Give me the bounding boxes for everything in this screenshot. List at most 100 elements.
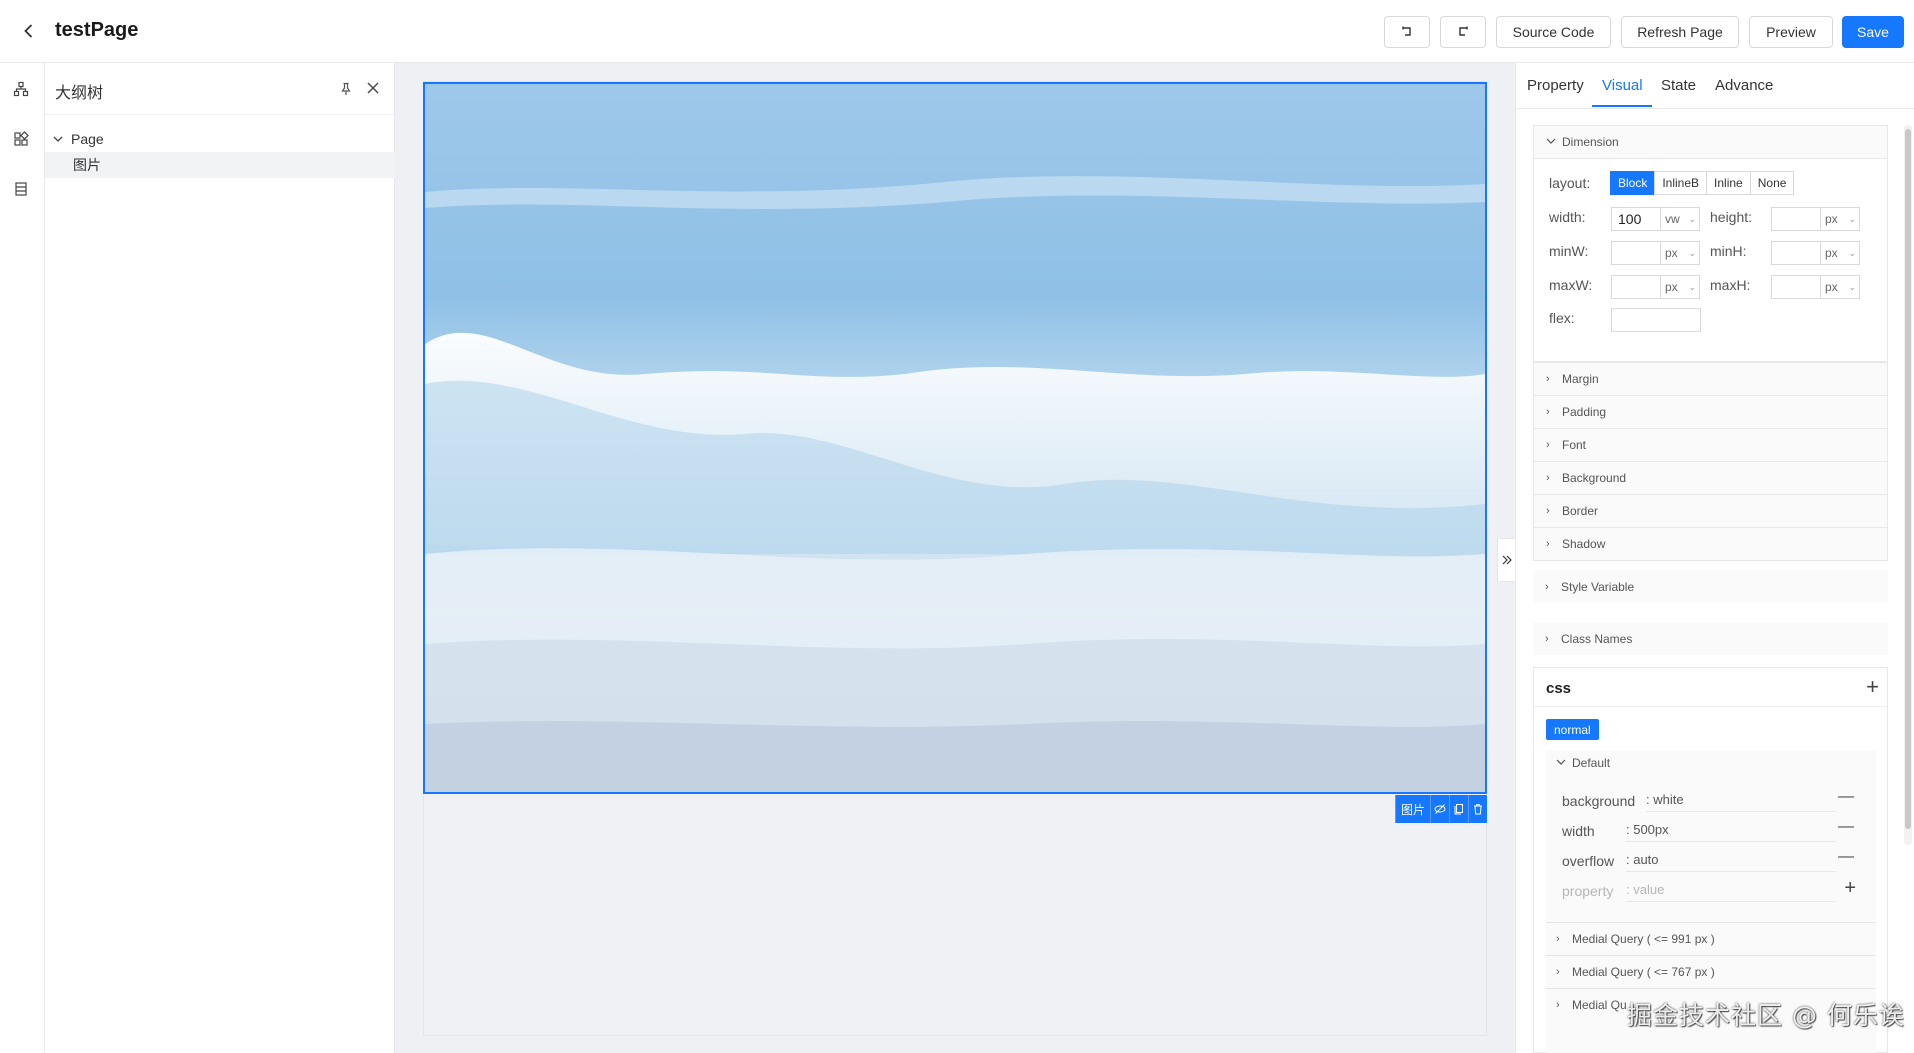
css-key: width — [1562, 823, 1595, 839]
chevron-right-icon: › — [1546, 439, 1550, 451]
add-icon[interactable]: + — [1844, 877, 1856, 900]
delete-icon[interactable] — [1468, 795, 1487, 823]
back-button[interactable] — [14, 16, 44, 46]
tree-node-label: Page — [71, 131, 104, 147]
width-input[interactable]: 100 — [1611, 207, 1661, 231]
dimension-header[interactable]: Dimension — [1534, 126, 1887, 158]
watermark: 掘金技术社区 @ 何乐诶 — [1627, 1001, 1905, 1030]
double-chevron-right-icon — [1502, 555, 1512, 565]
close-icon[interactable] — [364, 79, 382, 97]
new-value-input[interactable]: : value — [1626, 878, 1836, 902]
border-section[interactable]: › Border — [1533, 494, 1888, 528]
minh-unit-select[interactable]: px ⌄ — [1820, 241, 1860, 265]
add-icon[interactable]: + — [1866, 674, 1879, 700]
state-tag-normal[interactable]: normal — [1546, 719, 1599, 740]
font-section[interactable]: › Font — [1533, 428, 1888, 462]
padding-header[interactable]: › Padding — [1534, 396, 1887, 428]
copy-icon[interactable] — [1449, 795, 1468, 823]
chevron-down-icon — [1556, 757, 1568, 770]
chevron-right-icon: › — [1546, 538, 1550, 550]
chevron-right-icon: › — [1556, 965, 1560, 978]
margin-section[interactable]: › Margin — [1533, 362, 1888, 396]
component-tree-icon[interactable] — [10, 78, 32, 100]
tree-node-page[interactable]: Page — [45, 126, 395, 152]
preview-button[interactable]: Preview — [1749, 16, 1833, 48]
selected-image[interactable] — [423, 82, 1487, 794]
chevron-down-icon: ⌄ — [1848, 213, 1856, 224]
layout-option-none[interactable]: None — [1749, 171, 1795, 195]
chevron-right-icon: › — [1545, 580, 1549, 593]
layout-option-inline[interactable]: Inline — [1706, 171, 1751, 195]
outline-panel: 大纲树 Page 图片 — [45, 63, 395, 1053]
css-value-input[interactable]: : 500px — [1626, 818, 1836, 842]
tab-property[interactable]: Property — [1527, 77, 1584, 94]
media-query-row[interactable]: › Medial Query ( <= 767 px ) — [1546, 955, 1876, 987]
component-name-tag[interactable]: 图片 — [1395, 795, 1430, 823]
redo-button[interactable] — [1440, 16, 1486, 48]
layout-option-block[interactable]: Block — [1610, 171, 1656, 195]
pin-icon[interactable] — [338, 81, 354, 97]
minh-input[interactable] — [1771, 241, 1821, 265]
remove-icon[interactable]: — — [1838, 788, 1854, 806]
chevron-right-icon: › — [1545, 632, 1549, 645]
tab-visual[interactable]: Visual — [1602, 77, 1643, 94]
maxw-unit-select[interactable]: px ⌄ — [1660, 275, 1700, 299]
width-unit-select[interactable]: vw ⌄ — [1660, 207, 1700, 231]
hide-icon[interactable] — [1430, 795, 1449, 823]
redo-icon — [1459, 26, 1468, 36]
section-title: Font — [1562, 438, 1587, 452]
remove-icon[interactable]: — — [1838, 848, 1854, 866]
chevron-down-icon: ⌄ — [1688, 213, 1696, 224]
css-value-input[interactable]: : auto — [1626, 848, 1836, 872]
unit-value: px — [1665, 280, 1678, 294]
flex-input[interactable] — [1611, 308, 1701, 332]
unit-value: px — [1825, 280, 1838, 294]
chevron-right-icon: › — [1546, 373, 1550, 385]
shadow-section[interactable]: › Shadow — [1533, 527, 1888, 561]
section-title: Style Variable — [1561, 579, 1635, 594]
margin-header[interactable]: › Margin — [1534, 363, 1887, 395]
shadow-header[interactable]: › Shadow — [1534, 528, 1887, 560]
chevron-right-icon: › — [1546, 406, 1550, 418]
remove-icon[interactable]: — — [1838, 818, 1854, 836]
maxh-input[interactable] — [1771, 275, 1821, 299]
minw-unit-select[interactable]: px ⌄ — [1660, 241, 1700, 265]
maxh-unit-select[interactable]: px ⌄ — [1820, 275, 1860, 299]
height-unit-select[interactable]: px ⌄ — [1820, 207, 1860, 231]
css-value-input[interactable]: : white — [1646, 788, 1836, 812]
padding-section[interactable]: › Padding — [1533, 395, 1888, 429]
media-query-label: Medial Query ( <= 991 px ) — [1572, 931, 1715, 946]
undo-button[interactable] — [1384, 16, 1430, 48]
tab-advance[interactable]: Advance — [1715, 77, 1773, 94]
section-title: Background — [1562, 471, 1627, 485]
media-query-row[interactable]: › Medial Query ( <= 991 px ) — [1546, 922, 1876, 954]
maxw-input[interactable] — [1611, 275, 1661, 299]
save-button[interactable]: Save — [1842, 16, 1904, 48]
font-header[interactable]: › Font — [1534, 429, 1887, 461]
collapse-panel-button[interactable] — [1497, 538, 1517, 582]
tree-node-image[interactable]: 图片 — [45, 152, 395, 178]
settings-tabs: Property Visual State Advance — [1516, 63, 1914, 109]
background-section[interactable]: › Background — [1533, 461, 1888, 495]
tab-state[interactable]: State — [1661, 77, 1696, 94]
scrollbar-thumb[interactable] — [1905, 129, 1911, 829]
refresh-page-button[interactable]: Refresh Page — [1621, 16, 1739, 48]
unit-value: px — [1825, 246, 1838, 260]
height-input[interactable] — [1771, 207, 1821, 231]
undo-icon — [1402, 26, 1411, 36]
minw-input[interactable] — [1611, 241, 1661, 265]
default-header[interactable]: Default — [1556, 756, 1610, 770]
class-names-row[interactable]: › Class Names — [1533, 622, 1888, 655]
source-code-button[interactable]: Source Code — [1496, 16, 1611, 48]
style-variable-row[interactable]: › Style Variable — [1533, 570, 1888, 603]
top-bar: testPage Source Code Refresh Page Previe… — [0, 0, 1914, 63]
new-property-input[interactable]: property — [1562, 883, 1613, 899]
active-tab-indicator — [1592, 105, 1652, 107]
border-header[interactable]: › Border — [1534, 495, 1887, 527]
background-header[interactable]: › Background — [1534, 462, 1887, 494]
dimension-body: layout: Block InlineB Inline None width:… — [1534, 158, 1887, 361]
datasource-icon[interactable] — [10, 178, 32, 200]
chevron-left-icon — [24, 24, 33, 38]
layout-option-inlineb[interactable]: InlineB — [1654, 171, 1708, 195]
components-icon[interactable] — [10, 128, 32, 150]
